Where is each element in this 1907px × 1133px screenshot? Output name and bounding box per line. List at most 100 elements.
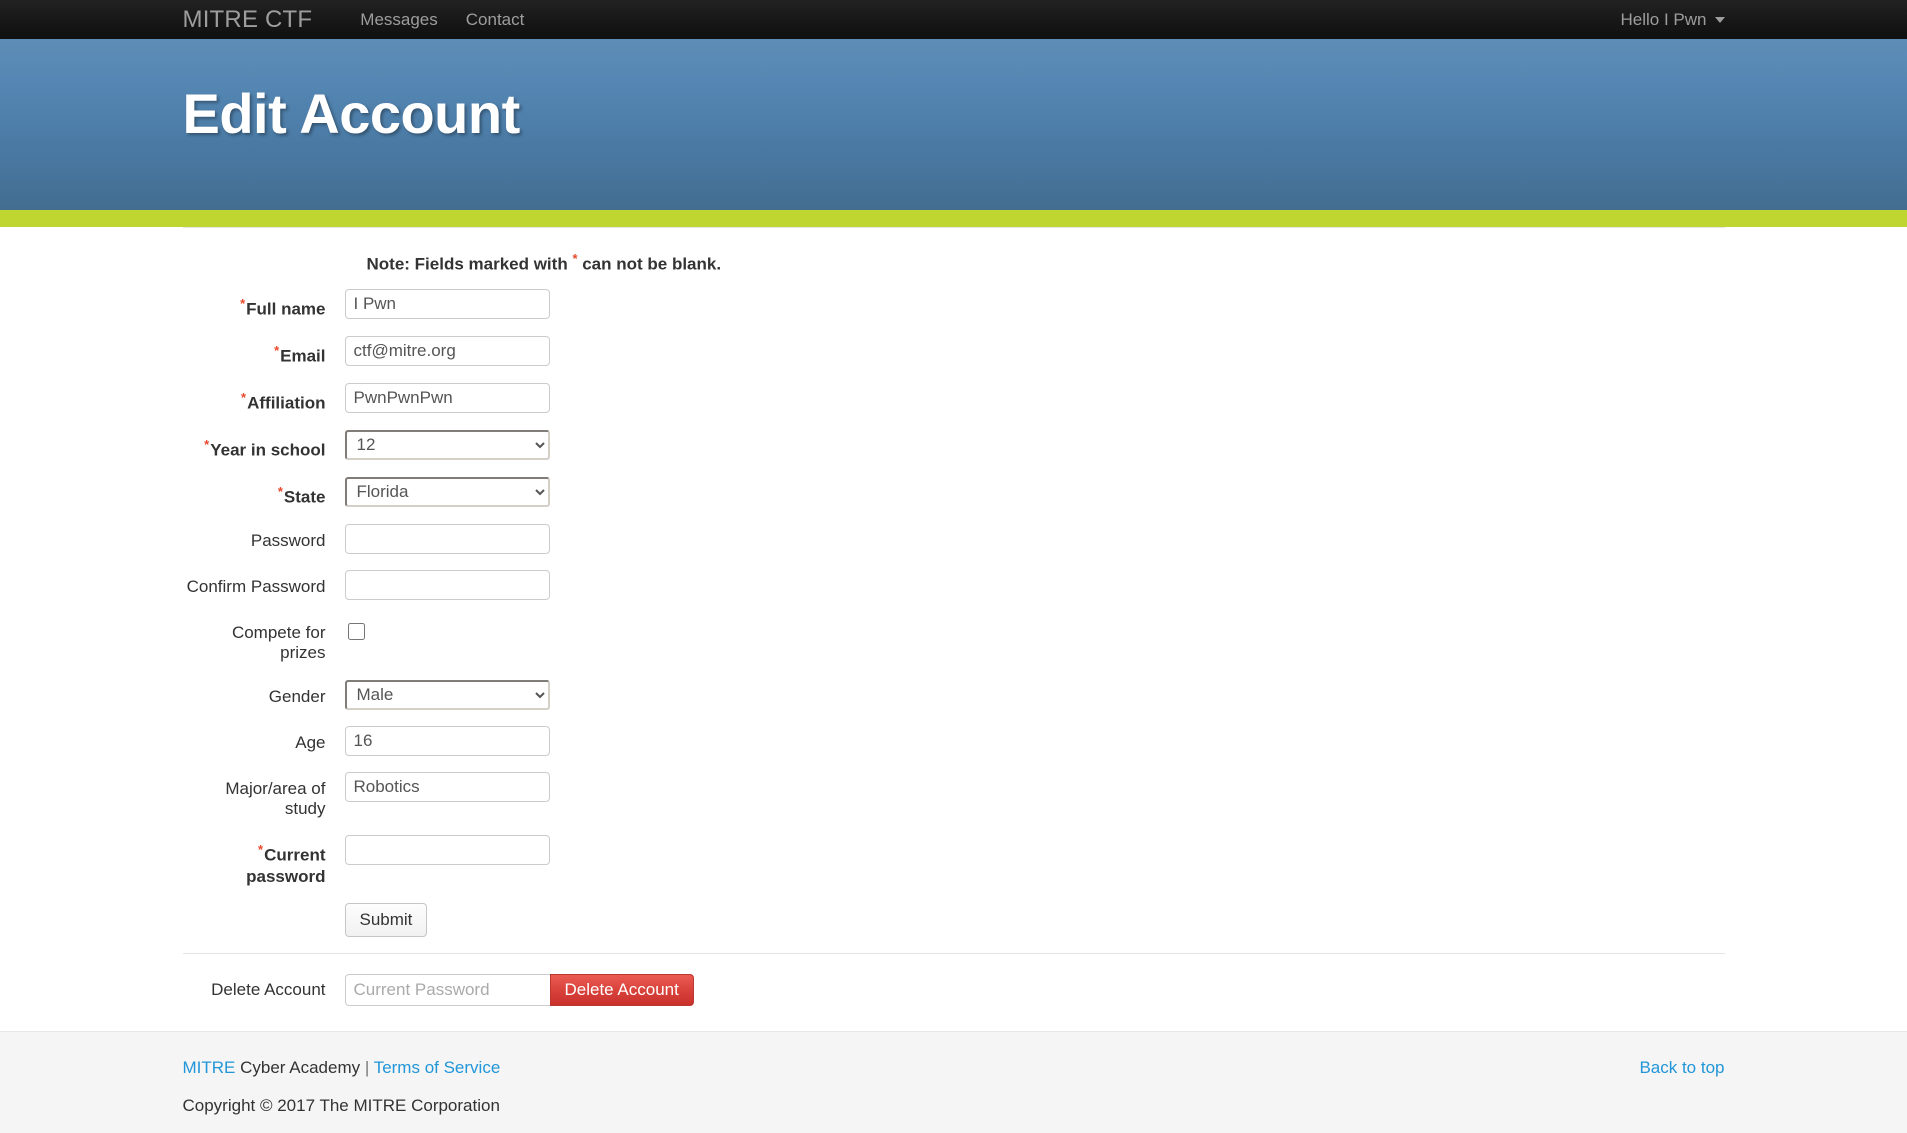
field-row-confirm-password: Confirm Password [183, 569, 1725, 600]
footer-inner: MITRE Cyber Academy | Terms of Service C… [183, 1032, 1725, 1116]
label-gender: Gender [183, 680, 345, 707]
delete-account-row: Delete Account Delete Account [183, 973, 1725, 1006]
footer-terms-link[interactable]: Terms of Service [374, 1058, 501, 1077]
main-content: Note: Fields marked with * can not be bl… [182, 227, 1725, 1006]
state-select[interactable]: Florida [344, 476, 550, 507]
control-gender: Male [344, 679, 550, 710]
year-in-school-select[interactable]: 12 [344, 429, 550, 460]
field-row-state: *State Florida [183, 476, 1725, 508]
label-text: Major/area of study [225, 778, 326, 819]
submit-button[interactable]: Submit [344, 902, 428, 937]
control-submit: Submit [344, 902, 428, 937]
divider-top [182, 227, 1725, 228]
field-row-full-name: *Full name [183, 288, 1725, 320]
footer-mitre-link[interactable]: MITRE [183, 1058, 236, 1077]
field-row-submit: Submit [183, 902, 1725, 937]
label-text: Compete for prizes [231, 622, 326, 663]
label-submit-spacer [183, 903, 345, 910]
control-year-in-school: 12 [344, 429, 550, 460]
gender-select[interactable]: Male [344, 679, 550, 710]
required-star-icon: * [258, 842, 264, 858]
required-fields-note: Note: Fields marked with * can not be bl… [367, 251, 1725, 275]
divider-bottom [182, 952, 1725, 954]
user-menu[interactable]: Hello I Pwn [1621, 10, 1725, 30]
banner-inner: Edit Account [183, 39, 1725, 210]
note-text-before: Note: Fields marked with [366, 254, 573, 274]
nav-item-contact[interactable]: Contact [466, 0, 525, 39]
label-text: Confirm Password [186, 576, 326, 596]
label-current-password: *Current password [183, 835, 345, 886]
current-password-input[interactable] [344, 835, 550, 866]
field-row-current-password: *Current password [183, 835, 1725, 886]
password-input[interactable] [344, 523, 550, 554]
chevron-down-icon [1714, 16, 1725, 23]
label-text: Year in school [210, 440, 326, 460]
email-input[interactable] [344, 335, 550, 366]
field-row-major: Major/area of study [183, 771, 1725, 820]
field-row-affiliation: *Affiliation [183, 382, 1725, 414]
back-to-top-link[interactable]: Back to top [1639, 1058, 1724, 1078]
edit-account-form: *Full name *Email *Affiliation *Year in … [183, 288, 1725, 937]
footer-brand-rest: Cyber Academy [235, 1058, 365, 1077]
page-title: Edit Account [182, 82, 521, 145]
required-star-icon: * [274, 342, 280, 358]
footer-copyright: Copyright © 2017 The MITRE Corporation [182, 1096, 500, 1115]
field-row-gender: Gender Male [183, 679, 1725, 710]
delete-account-group: Delete Account [344, 973, 694, 1006]
label-compete-for-prizes: Compete for prizes [183, 616, 345, 664]
label-delete-account: Delete Account [211, 979, 326, 999]
note-text-after: can not be blank. [577, 254, 722, 274]
control-state: Florida [344, 476, 550, 507]
control-affiliation [344, 382, 550, 413]
field-row-email: *Email [183, 335, 1725, 367]
label-text: Gender [268, 686, 326, 706]
major-input[interactable] [344, 771, 550, 802]
top-navbar: MITRE CTF Messages Contact Hello I Pwn [0, 0, 1907, 39]
footer-links-line: MITRE Cyber Academy | Terms of Service [183, 1058, 1725, 1078]
label-text: Age [295, 732, 326, 752]
label-text: Affiliation [247, 393, 326, 413]
delete-current-password-input[interactable] [344, 973, 550, 1006]
label-text: Email [280, 346, 326, 366]
navbar-inner: MITRE CTF Messages Contact Hello I Pwn [183, 0, 1725, 39]
field-row-compete-for-prizes: Compete for prizes [183, 616, 1725, 664]
label-full-name: *Full name [183, 289, 345, 320]
control-password [344, 523, 550, 554]
label-affiliation: *Affiliation [183, 383, 345, 414]
label-age: Age [183, 726, 345, 753]
required-star-icon: * [241, 389, 247, 405]
age-input[interactable] [344, 725, 550, 756]
label-confirm-password: Confirm Password [183, 570, 345, 597]
compete-for-prizes-checkbox[interactable] [347, 622, 365, 640]
label-password: Password [183, 524, 345, 551]
label-year-in-school: *Year in school [183, 430, 345, 461]
accent-stripe [0, 210, 1907, 227]
field-row-password: Password [183, 523, 1725, 554]
affiliation-input[interactable] [344, 382, 550, 413]
footer-separator: | [364, 1058, 374, 1077]
field-row-year-in-school: *Year in school 12 [183, 429, 1725, 461]
control-age [344, 725, 550, 756]
field-row-age: Age [183, 725, 1725, 756]
control-major [344, 771, 550, 802]
label-major: Major/area of study [183, 772, 345, 820]
confirm-password-input[interactable] [344, 569, 550, 600]
control-confirm-password [344, 569, 550, 600]
label-state: *State [183, 477, 345, 508]
control-current-password [344, 835, 550, 866]
delete-account-button[interactable]: Delete Account [549, 973, 694, 1006]
full-name-input[interactable] [344, 288, 550, 319]
user-menu-label: Hello I Pwn [1620, 9, 1707, 29]
control-full-name [344, 288, 550, 319]
required-star-icon: * [240, 295, 246, 311]
control-compete-for-prizes [345, 616, 365, 640]
required-star-icon: * [277, 483, 283, 499]
label-text: Password [250, 530, 326, 550]
page-banner: Edit Account [0, 39, 1907, 210]
required-star-icon: * [204, 436, 210, 452]
page-footer: MITRE Cyber Academy | Terms of Service C… [0, 1031, 1907, 1133]
brand-link[interactable]: MITRE CTF [183, 0, 313, 39]
label-text: State [283, 487, 326, 507]
label-email: *Email [183, 336, 345, 367]
nav-item-messages[interactable]: Messages [360, 0, 437, 39]
